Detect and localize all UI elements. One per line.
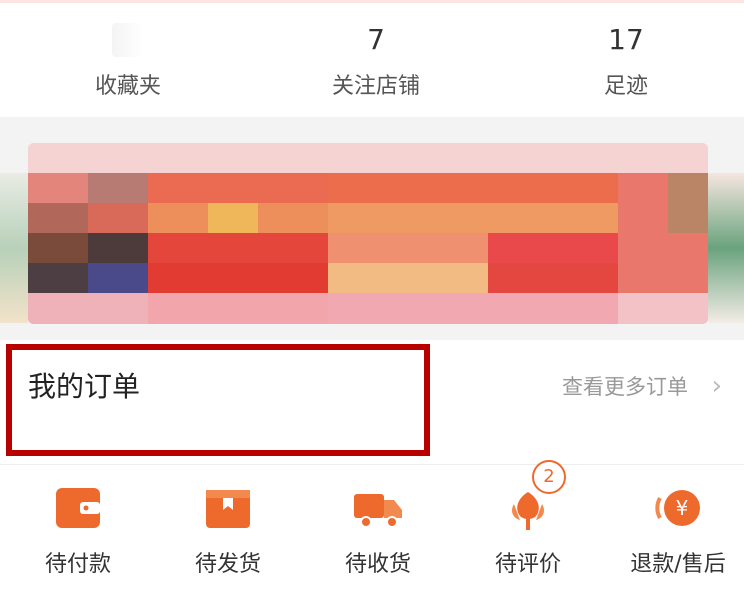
order-pending-shipment[interactable]: 待发货 — [158, 480, 298, 600]
order-pending-receipt[interactable]: 待收货 — [308, 480, 448, 600]
stat-followed-stores-label: 关注店铺 — [331, 74, 420, 99]
order-pending-payment-label: 待付款 — [44, 552, 111, 577]
banner-side-left — [0, 173, 28, 323]
box-icon — [206, 490, 250, 528]
stat-footprints-value: 17 — [608, 23, 644, 56]
banner-side-right — [708, 173, 744, 323]
order-pending-review[interactable]: 待评价 — [458, 480, 598, 600]
order-pending-review-label: 待评价 — [494, 552, 561, 577]
stat-followed-stores-value: 7 — [367, 23, 385, 56]
order-pending-receipt-label: 待收货 — [344, 552, 411, 577]
order-pending-shipment-label: 待发货 — [194, 552, 261, 577]
truck-icon — [354, 494, 402, 528]
my-orders-section: 我的订单 查看更多订单 › 待付款 待发货 待收货 待评价 2 ¥ 退款/售后 — [0, 340, 744, 614]
review-count-badge: 2 — [532, 460, 566, 494]
stat-favorites-label: 收藏夹 — [94, 74, 161, 99]
wallet-icon — [56, 488, 100, 528]
section-gap — [0, 117, 744, 143]
promo-banner[interactable] — [28, 143, 708, 324]
chevron-right-icon[interactable]: › — [712, 370, 722, 402]
blurred-banner-image — [28, 143, 708, 324]
stat-footprints-label: 足迹 — [603, 74, 648, 99]
my-orders-title: 我的订单 — [28, 370, 141, 403]
order-pending-payment[interactable]: 待付款 — [8, 480, 148, 600]
blurred-value — [112, 23, 144, 57]
banner-section — [0, 143, 744, 340]
view-more-orders-link[interactable]: 查看更多订单 — [562, 373, 688, 401]
refund-yen-icon: ¥ — [655, 490, 700, 526]
order-refund-aftersale-label: 退款/售后 — [630, 552, 726, 577]
orders-divider — [0, 464, 744, 465]
order-refund-aftersale[interactable]: ¥ 退款/售后 — [608, 480, 744, 600]
stat-favorites-value — [48, 23, 208, 65]
svg-text:¥: ¥ — [676, 496, 689, 520]
stats-bar: 收藏夹 7 关注店铺 17 足迹 — [0, 3, 744, 115]
